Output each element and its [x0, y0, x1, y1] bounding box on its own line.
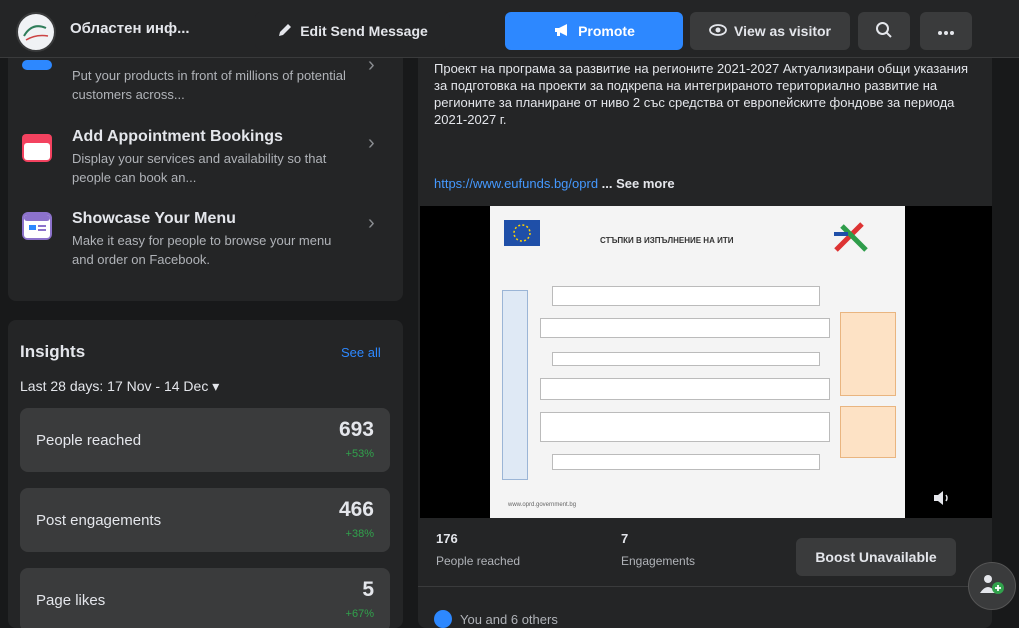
more-icon — [937, 23, 955, 39]
megaphone-icon — [553, 22, 571, 41]
metric-people-reached[interactable]: People reached 693 +53% — [20, 408, 390, 472]
feature-suggestions-card: Put your products in front of millions o… — [8, 54, 403, 301]
edit-send-message-label: Edit Send Message — [300, 23, 428, 39]
metric-value: 693 — [338, 418, 374, 441]
page-header: Областен инф... Edit Send Message Promot… — [0, 0, 1019, 58]
search-icon — [875, 21, 893, 42]
slide-title: СТЪПКИ В ИЗПЪЛНЕНИЕ НА ИТИ — [600, 236, 734, 245]
boost-unavailable-button[interactable]: Boost Unavailable — [796, 538, 956, 576]
post-card: Проект на програма за развитие на регион… — [418, 58, 992, 628]
chevron-right-icon: › — [368, 54, 375, 76]
feature-desc: Make it easy for people to browse your m… — [72, 233, 332, 267]
calendar-icon — [22, 134, 52, 162]
chevron-right-icon: › — [368, 132, 375, 154]
slide-step — [552, 454, 820, 470]
promote-button[interactable]: Promote — [505, 12, 683, 50]
post-text: Проект на програма за развитие на регион… — [434, 61, 969, 127]
date-range-dropdown[interactable]: Last 28 days: 17 Nov - 14 Dec ▾ — [20, 378, 219, 395]
see-more-link[interactable]: ... See more — [602, 176, 675, 191]
slide-step — [552, 352, 820, 366]
metric-label: People reached — [36, 432, 142, 449]
like-reaction-icon — [434, 610, 452, 628]
slide-step — [540, 318, 830, 338]
reactions-text: You and 6 others — [460, 611, 558, 627]
slide-note — [840, 312, 896, 396]
metric-change: +38% — [345, 528, 374, 540]
metric-change: +53% — [345, 448, 374, 460]
post-link[interactable]: https://www.eufunds.bg/oprd — [434, 176, 598, 191]
volume-icon[interactable] — [932, 489, 952, 512]
metric-label: Page likes — [36, 592, 106, 609]
date-range-label: Last 28 days: 17 Nov - 14 Dec — [20, 378, 209, 394]
page-avatar[interactable] — [16, 12, 56, 52]
reached-label: People reached — [436, 554, 521, 568]
feature-title: Showcase Your Menu — [72, 210, 236, 227]
menu-book-icon — [22, 212, 52, 240]
promote-label: Promote — [578, 23, 635, 39]
metric-value: 5 — [362, 578, 374, 601]
pencil-icon — [277, 22, 293, 41]
edit-send-message-button[interactable]: Edit Send Message — [255, 12, 450, 50]
eye-icon — [709, 23, 727, 39]
post-video[interactable]: СТЪПКИ В ИЗПЪЛНЕНИЕ НА ИТИ www.oprd.gove… — [420, 206, 992, 518]
metric-change: +67% — [345, 608, 374, 620]
caret-down-icon: ▾ — [212, 378, 220, 394]
insights-card: Insights See all Last 28 days: 17 Nov - … — [8, 320, 403, 628]
contacts-button[interactable] — [968, 562, 1016, 610]
shop-icon — [22, 60, 52, 70]
slide-step — [552, 286, 820, 306]
metric-post-engagements[interactable]: Post engagements 466 +38% — [20, 488, 390, 552]
eu-flag-icon — [504, 220, 540, 246]
see-all-link[interactable]: See all — [341, 345, 381, 360]
engagements-value: 7 — [621, 531, 629, 546]
view-as-visitor-label: View as visitor — [733, 23, 831, 39]
video-slide: СТЪПКИ В ИЗПЪЛНЕНИЕ НА ИТИ www.oprd.gove… — [490, 206, 905, 518]
view-as-visitor-button[interactable]: View as visitor — [690, 12, 850, 50]
reactions-summary[interactable]: You and 6 others — [434, 610, 558, 628]
post-link-row: https://www.eufunds.bg/oprd ... See more — [434, 176, 675, 191]
page-name[interactable]: Областен инф... — [70, 20, 190, 37]
reached-value: 176 — [436, 531, 458, 546]
slide-side-label — [502, 290, 528, 480]
insights-title: Insights — [20, 342, 86, 361]
slide-step — [540, 412, 830, 442]
program-logo-icon — [828, 220, 878, 263]
more-options-button[interactable] — [920, 12, 972, 50]
slide-footer: www.oprd.government.bg — [508, 502, 577, 508]
engagements-label: Engagements — [621, 554, 696, 568]
metric-value: 466 — [338, 498, 374, 521]
slide-step — [540, 378, 830, 400]
post-divider — [418, 586, 992, 587]
slide-note — [840, 406, 896, 458]
page-logo-icon — [19, 15, 53, 49]
new-message-people-icon — [979, 573, 1005, 600]
feature-title: Add Appointment Bookings — [72, 128, 283, 145]
metric-label: Post engagements — [36, 512, 162, 529]
feature-desc: Display your services and availability s… — [72, 151, 327, 185]
feature-desc: Put your products in front of millions o… — [72, 68, 346, 102]
metric-page-likes[interactable]: Page likes 5 +67% — [20, 568, 390, 628]
chevron-right-icon: › — [368, 212, 375, 234]
search-button[interactable] — [858, 12, 910, 50]
